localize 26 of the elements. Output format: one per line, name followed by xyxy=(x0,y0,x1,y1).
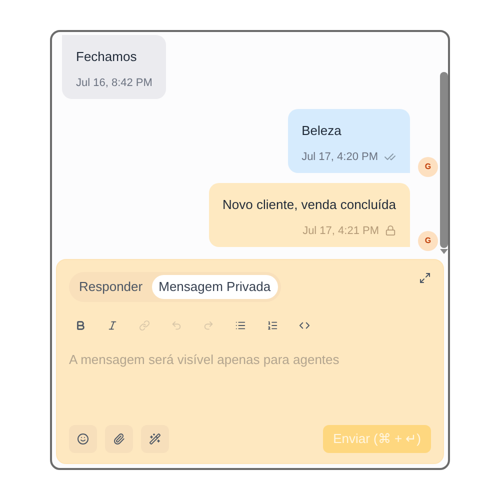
avatar: G xyxy=(418,157,438,177)
paperclip-icon xyxy=(113,433,125,445)
tab[interactable]: Responder xyxy=(72,275,150,298)
tab[interactable]: Mensagem Privada xyxy=(152,275,278,298)
message-text: Beleza xyxy=(302,122,342,140)
emoji-button[interactable] xyxy=(69,425,97,453)
magic-wand-icon xyxy=(149,433,161,445)
message-time: Jul 17, 4:21 PM xyxy=(302,224,379,238)
message-text: Novo cliente, venda concluída xyxy=(222,196,396,214)
bold-icon xyxy=(74,320,86,331)
message-input[interactable]: A mensagem será visível apenas para agentes xyxy=(69,350,431,369)
code-icon xyxy=(298,320,310,331)
message-text: Fechamos xyxy=(76,48,138,66)
message-time: Jul 17, 4:20 PM xyxy=(302,150,378,164)
italic-icon xyxy=(106,320,118,331)
avatar: G xyxy=(418,231,438,251)
undo-icon xyxy=(170,320,182,331)
link-icon xyxy=(138,320,150,331)
attach-button[interactable] xyxy=(105,425,133,453)
message-time: Jul 16, 8:42 PM xyxy=(76,76,152,90)
magic-button[interactable] xyxy=(141,425,169,453)
redo-icon xyxy=(202,320,214,331)
numbered-list-icon xyxy=(266,320,278,331)
smiley-icon xyxy=(77,433,89,445)
expand-icon[interactable] xyxy=(419,272,431,284)
lock-icon xyxy=(385,225,396,236)
